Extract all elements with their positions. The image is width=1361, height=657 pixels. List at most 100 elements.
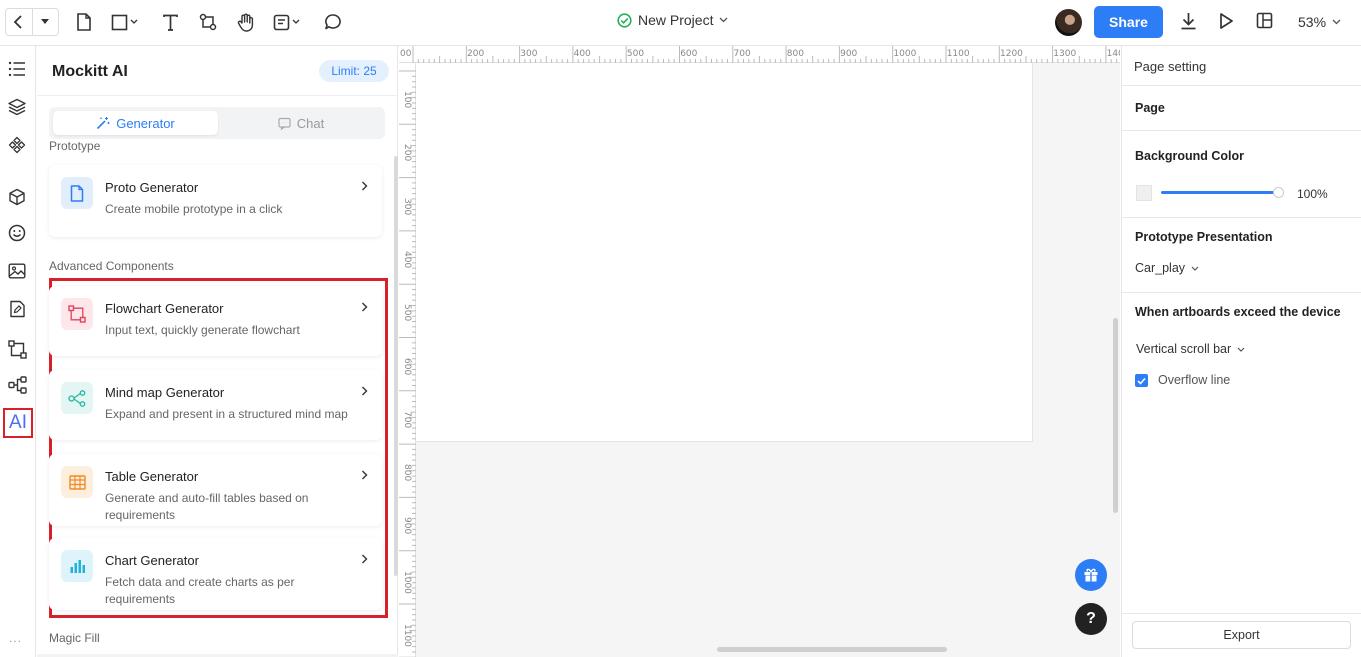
chevron-down-icon <box>1332 19 1341 25</box>
rail-icons-button[interactable] <box>6 222 28 244</box>
flowchart-icon <box>7 339 27 359</box>
vertical-ruler: 100 200 300 400 500 600 700 800 900 1000 1100 <box>399 63 416 657</box>
ruler-y-label: 1000 <box>402 570 412 594</box>
gift-button[interactable] <box>1075 559 1107 591</box>
rail-layers-button[interactable] <box>6 96 28 118</box>
rail-widgets-button[interactable] <box>6 186 28 208</box>
comment-tool-button[interactable] <box>324 11 342 33</box>
ruler-y-label: 200 <box>402 144 412 162</box>
ruler-x-label: 500 <box>626 49 645 59</box>
ruler-y-label: 600 <box>402 357 412 375</box>
page-tool-button[interactable] <box>76 11 92 33</box>
table-generator-card[interactable]: Table Generator Generate and auto-fill t… <box>49 454 382 526</box>
panel-scrollbar[interactable] <box>394 156 398 576</box>
rail-images-button[interactable] <box>6 260 28 282</box>
section-label-advanced: Advanced Components <box>49 259 174 273</box>
bar-chart-icon <box>70 559 85 573</box>
card-description: Expand and present in a structured mind … <box>105 407 348 421</box>
card-title: Proto Generator <box>105 180 199 195</box>
tab-chat-label: Chat <box>296 115 325 131</box>
limit-badge: Limit: 25 <box>319 60 389 82</box>
mindmap-icon <box>7 376 27 394</box>
chevron-right-icon <box>362 470 368 480</box>
top-toolbar: New Project Share 53% <box>0 0 1361 46</box>
saved-check-icon <box>617 12 632 28</box>
gift-icon <box>1084 568 1098 582</box>
layout-panel-button[interactable] <box>1256 12 1273 32</box>
scroll-mode-dropdown[interactable]: Vertical scroll bar <box>1136 342 1245 356</box>
export-button[interactable]: Export <box>1132 621 1351 649</box>
artboard[interactable] <box>416 63 1033 442</box>
user-avatar[interactable] <box>1055 9 1082 36</box>
chart-generator-card[interactable]: Chart Generator Fetch data and create ch… <box>49 538 382 610</box>
note-tool-button[interactable] <box>273 11 300 33</box>
chevron-down-icon <box>130 19 138 24</box>
proto-generator-card[interactable]: Proto Generator Create mobile prototype … <box>49 165 382 237</box>
ruler-x-label: 1400 <box>1106 49 1120 59</box>
chat-icon <box>278 117 291 130</box>
download-button[interactable] <box>1180 12 1197 33</box>
opacity-slider-track[interactable] <box>1161 191 1277 194</box>
tab-generator[interactable]: Generator <box>53 111 218 135</box>
prototype-presentation-label: Prototype Presentation <box>1135 230 1273 244</box>
document-icon <box>70 184 84 202</box>
rail-components-button[interactable] <box>6 134 28 156</box>
help-button[interactable]: ? <box>1075 603 1107 635</box>
device-dropdown[interactable]: Car_play <box>1135 261 1199 275</box>
ruler-y-label: 700 <box>402 410 412 428</box>
hand-tool-button[interactable] <box>237 11 255 33</box>
note-icon <box>273 14 290 30</box>
footer-divider <box>1122 613 1361 614</box>
rail-more-button[interactable]: ... <box>9 631 22 645</box>
flowchart-generator-card[interactable]: Flowchart Generator Input text, quickly … <box>49 286 382 356</box>
card-icon-box <box>61 466 93 498</box>
ruler-y-label: 400 <box>402 250 412 269</box>
list-icon <box>8 61 25 77</box>
section-label-prototype: Prototype <box>49 139 101 153</box>
ruler-y-label: 500 <box>402 304 412 322</box>
preview-play-button[interactable] <box>1219 12 1234 33</box>
smiley-icon <box>8 224 26 242</box>
rail-flowchart-button[interactable] <box>6 338 28 360</box>
design-canvas[interactable]: 00 200 300 400 500 600 700 800 900 1000 1100 1200 13… <box>399 46 1120 657</box>
ruler-x-label: 200 <box>467 49 485 59</box>
shape-tool-button[interactable] <box>111 11 138 33</box>
canvas-vertical-scrollbar[interactable] <box>1113 318 1118 513</box>
ruler-x-label: 1200 <box>1000 49 1023 59</box>
image-icon <box>8 263 26 279</box>
connector-tool-button[interactable] <box>199 11 217 33</box>
flowchart-icon <box>68 305 86 323</box>
play-icon <box>1220 13 1233 29</box>
ruler-y-label: 300 <box>402 197 412 215</box>
back-menu-control <box>5 8 59 36</box>
background-color-row: Background Color <box>1122 131 1361 218</box>
background-color-swatch[interactable] <box>1136 185 1152 201</box>
rail-mindmap-button[interactable] <box>6 374 28 396</box>
mindmap-generator-card[interactable]: Mind map Generator Expand and present in… <box>49 370 382 440</box>
ruler-y-label: 800 <box>402 464 412 482</box>
components-icon <box>8 136 26 154</box>
caret-down-icon <box>41 19 50 24</box>
rail-assets-button[interactable] <box>6 298 28 320</box>
text-tool-button[interactable] <box>162 11 179 33</box>
card-description: Input text, quickly generate flowchart <box>105 323 300 337</box>
rail-ai-button[interactable]: AI <box>3 408 33 438</box>
card-icon-box <box>61 382 93 414</box>
left-tool-rail: AI ... <box>0 46 36 657</box>
background-color-label: Background Color <box>1135 149 1245 163</box>
ruler-x-label: 00 <box>400 49 412 59</box>
share-button[interactable]: Share <box>1094 6 1163 38</box>
canvas-horizontal-scrollbar[interactable] <box>717 647 947 652</box>
main-menu-dropdown[interactable] <box>31 9 59 35</box>
rail-pages-button[interactable] <box>6 58 28 80</box>
project-title-dropdown[interactable]: New Project <box>617 12 728 28</box>
layout-icon <box>1256 12 1273 29</box>
device-value: Car_play <box>1135 261 1186 275</box>
zoom-dropdown[interactable]: 53% <box>1298 14 1341 30</box>
tab-chat[interactable]: Chat <box>221 111 381 135</box>
back-button[interactable] <box>6 9 32 35</box>
card-description: Generate and auto-fill tables based on r… <box>105 491 309 522</box>
opacity-slider-handle[interactable] <box>1273 187 1284 198</box>
overflow-line-checkbox[interactable] <box>1135 374 1148 387</box>
horizontal-ruler: 00 200 300 400 500 600 700 800 900 1000 1100 1200 13… <box>399 46 1120 63</box>
